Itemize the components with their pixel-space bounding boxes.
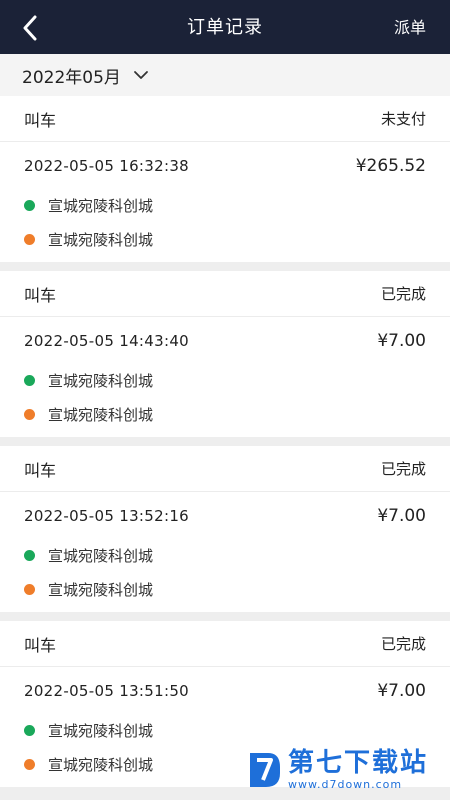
destination-dot-icon bbox=[24, 583, 35, 595]
page-title: 订单记录 bbox=[187, 17, 263, 38]
order-card[interactable]: 叫车 未支付 2022-05-05 16:32:38 ¥265.52 宣城宛陵科… bbox=[0, 96, 450, 262]
destination-label: 宣城宛陵科创城 bbox=[48, 230, 154, 249]
order-destination: 宣城宛陵科创城 bbox=[0, 397, 450, 431]
origin-dot-icon bbox=[24, 374, 35, 386]
order-status: 已完成 bbox=[380, 635, 426, 653]
origin-label: 宣城宛陵科创城 bbox=[48, 371, 154, 390]
order-time-row: 2022-05-05 13:52:16 ¥7.00 bbox=[0, 494, 450, 538]
destination-label: 宣城宛陵科创城 bbox=[48, 755, 154, 774]
order-status: 已完成 bbox=[380, 285, 426, 303]
order-time: 2022-05-05 13:52:16 bbox=[24, 507, 190, 525]
order-status: 未支付 bbox=[380, 110, 426, 128]
destination-label: 宣城宛陵科创城 bbox=[48, 405, 154, 424]
order-type: 叫车 bbox=[24, 285, 57, 305]
dispatch-button[interactable]: 派单 bbox=[394, 0, 426, 54]
destination-dot-icon bbox=[24, 758, 35, 770]
month-selector[interactable]: 2022年05月 bbox=[0, 54, 450, 96]
order-time-row: 2022-05-05 16:32:38 ¥265.52 bbox=[0, 144, 450, 188]
order-card[interactable]: 叫车 已完成 2022-05-05 14:43:40 ¥7.00 宣城宛陵科创城… bbox=[0, 271, 450, 437]
order-origin: 宣城宛陵科创城 bbox=[0, 363, 450, 397]
origin-dot-icon bbox=[24, 199, 35, 211]
app-header: 订单记录 派单 bbox=[0, 0, 450, 54]
origin-dot-icon bbox=[24, 724, 35, 736]
order-header: 叫车 未支付 bbox=[0, 96, 450, 142]
order-list: 叫车 未支付 2022-05-05 16:32:38 ¥265.52 宣城宛陵科… bbox=[0, 96, 450, 796]
month-label: 2022年05月 bbox=[22, 67, 121, 88]
destination-dot-icon bbox=[24, 233, 35, 245]
site-watermark: 第七下载站 www.d7down.com bbox=[246, 744, 442, 794]
order-time: 2022-05-05 14:43:40 bbox=[24, 332, 190, 350]
order-origin: 宣城宛陵科创城 bbox=[0, 538, 450, 572]
order-price: ¥7.00 bbox=[377, 506, 426, 526]
order-destination: 宣城宛陵科创城 bbox=[0, 222, 450, 256]
order-time: 2022-05-05 16:32:38 bbox=[24, 157, 190, 175]
order-destination: 宣城宛陵科创城 bbox=[0, 572, 450, 606]
order-price: ¥7.00 bbox=[377, 681, 426, 701]
order-origin: 宣城宛陵科创城 bbox=[0, 188, 450, 222]
origin-dot-icon bbox=[24, 549, 35, 561]
order-origin: 宣城宛陵科创城 bbox=[0, 713, 450, 747]
order-price: ¥265.52 bbox=[355, 156, 426, 176]
order-status: 已完成 bbox=[380, 460, 426, 478]
chevron-down-icon bbox=[133, 70, 149, 80]
origin-label: 宣城宛陵科创城 bbox=[48, 196, 154, 215]
order-type: 叫车 bbox=[24, 460, 57, 480]
order-time: 2022-05-05 13:51:50 bbox=[24, 682, 190, 700]
d7down-logo-icon bbox=[250, 753, 280, 787]
order-card[interactable]: 叫车 已完成 2022-05-05 13:52:16 ¥7.00 宣城宛陵科创城… bbox=[0, 446, 450, 612]
order-type: 叫车 bbox=[24, 110, 57, 130]
watermark-name: 第七下载站 bbox=[288, 747, 429, 778]
watermark-url: www.d7down.com bbox=[288, 777, 403, 791]
origin-label: 宣城宛陵科创城 bbox=[48, 721, 154, 740]
order-time-row: 2022-05-05 13:51:50 ¥7.00 bbox=[0, 669, 450, 713]
origin-label: 宣城宛陵科创城 bbox=[48, 546, 154, 565]
destination-dot-icon bbox=[24, 408, 35, 420]
order-header: 叫车 已完成 bbox=[0, 446, 450, 492]
order-type: 叫车 bbox=[24, 635, 57, 655]
order-price: ¥7.00 bbox=[377, 331, 426, 351]
order-header: 叫车 已完成 bbox=[0, 271, 450, 317]
order-time-row: 2022-05-05 14:43:40 ¥7.00 bbox=[0, 319, 450, 363]
order-header: 叫车 已完成 bbox=[0, 621, 450, 667]
destination-label: 宣城宛陵科创城 bbox=[48, 580, 154, 599]
